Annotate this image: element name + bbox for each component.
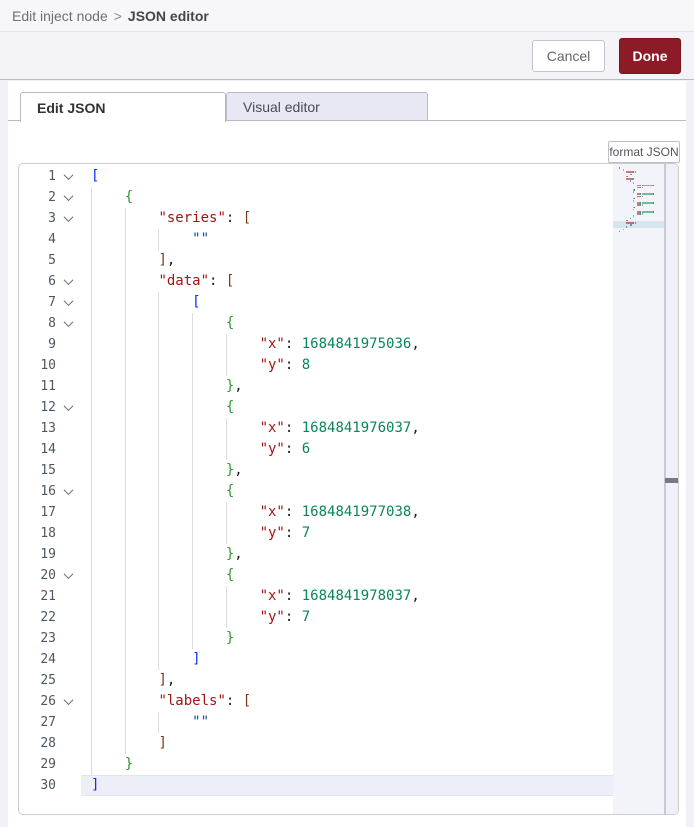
minimap-mark [619,231,620,233]
editor-code-area[interactable]: [ { "series": [ "" ], "data": [ [ { "x":… [81,166,613,796]
tab-visual-editor[interactable]: Visual editor [226,92,428,121]
code-line[interactable]: "x": 1684841975036, [81,334,613,355]
code-line[interactable]: "y": 6 [81,439,613,460]
code-line[interactable]: "x": 1684841976037, [81,418,613,439]
breadcrumb-parent[interactable]: Edit inject node [12,8,108,24]
code-line[interactable]: "x": 1684841977038, [81,502,613,523]
minimap-mark [642,196,643,198]
code-line[interactable]: }, [81,376,613,397]
minimap-mark [634,207,635,209]
minimap-mark [642,202,654,204]
minimap-mark [653,211,654,213]
format-json-button[interactable]: format JSON [608,141,680,163]
code-line[interactable]: { [81,565,613,586]
code-line[interactable]: "series": [ [81,208,613,229]
minimap-mark [642,185,654,187]
breadcrumb-separator: > [114,8,122,24]
minimap-mark [642,187,643,189]
code-line[interactable]: "y": 7 [81,607,613,628]
code-line[interactable]: [ [81,292,613,313]
tab-edit-json[interactable]: Edit JSON [20,92,226,122]
minimap-mark [633,200,634,202]
minimap-mark [642,213,643,215]
code-line[interactable]: "" [81,712,613,733]
done-button[interactable]: Done [619,38,681,74]
minimap-mark [642,211,654,213]
minimap-mark [653,202,654,204]
minimap-mark [633,209,634,211]
minimap-mark [635,222,636,224]
code-line[interactable]: "y": 8 [81,355,613,376]
minimap-mark [630,180,631,182]
minimap-mark [630,218,631,220]
code-line[interactable]: { [81,313,613,334]
code-line[interactable]: { [81,481,613,502]
minimap-mark [653,185,654,187]
code-line[interactable]: }, [81,544,613,565]
minimap-mark [634,198,635,200]
minimap-mark [626,226,627,228]
minimap-highlight-band [613,221,664,228]
code-line[interactable]: } [81,754,613,775]
json-code-editor[interactable]: 1234567891011121314151617181920212223242… [18,163,679,815]
code-line[interactable]: "y": 7 [81,523,613,544]
minimap-mark [633,215,634,217]
code-line[interactable]: "data": [ [81,271,613,292]
dialog-button-bar: Cancel Done [0,33,694,80]
minimap-mark [634,189,635,191]
overview-ruler[interactable] [666,164,678,815]
minimap-mark [623,169,624,171]
code-line[interactable]: { [81,397,613,418]
cancel-button[interactable]: Cancel [532,40,605,72]
minimap-mark [623,229,624,231]
code-line[interactable]: }, [81,460,613,481]
code-line[interactable]: "x": 1684841978037, [81,586,613,607]
code-line[interactable]: ], [81,670,613,691]
minimap-mark [633,182,634,184]
breadcrumb: Edit inject node > JSON editor [0,0,694,32]
code-line[interactable]: { [81,187,613,208]
minimap-mark [653,193,654,195]
minimap-mark [635,171,636,173]
code-line[interactable]: ] [81,649,613,670]
code-line[interactable]: [ [81,166,613,187]
minimap-mark [619,167,620,169]
minimap-mark [630,174,632,176]
cursor-position-marker [665,478,679,483]
page-title: JSON editor [128,8,209,24]
code-line[interactable]: "labels": [ [81,691,613,712]
minimap-mark [642,204,643,206]
code-line-current[interactable]: ] [81,775,613,796]
code-line[interactable]: ], [81,250,613,271]
code-line[interactable]: ] [81,733,613,754]
minimap[interactable] [613,164,664,815]
code-line[interactable]: "" [81,229,613,250]
minimap-mark [630,224,632,226]
minimap-mark [633,178,634,180]
code-line[interactable]: } [81,628,613,649]
minimap-mark [633,191,634,193]
minimap-mark [642,193,654,195]
